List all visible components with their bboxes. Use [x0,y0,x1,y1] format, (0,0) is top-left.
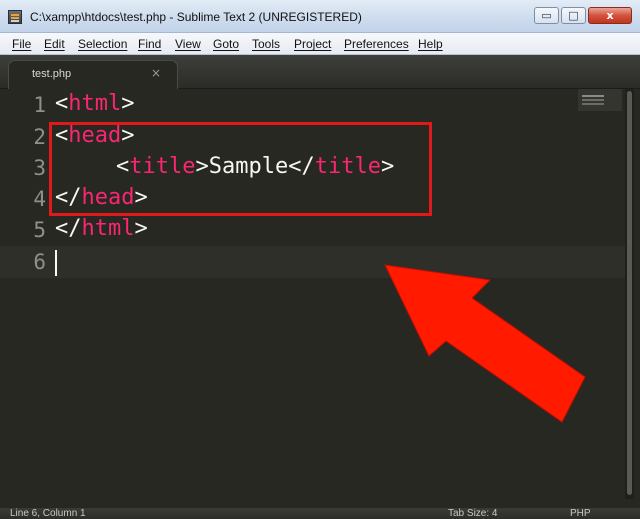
menu-file[interactable]: File [12,37,31,51]
menu-view[interactable]: View [175,37,201,51]
line-number: 4 [33,187,46,211]
line-number: 1 [33,93,46,117]
menu-bar: File Edit Selection Find View Goto Tools… [0,33,640,55]
status-syntax[interactable]: PHP [570,508,591,519]
editor-area[interactable]: test.php × 1 2 3 4 5 6 <html> <head> <ti… [0,55,640,519]
sublime-app-icon[interactable] [8,10,22,24]
close-button[interactable]: x [588,7,632,24]
menu-find[interactable]: Find [138,37,161,51]
menu-preferences[interactable]: Preferences [344,37,409,51]
status-tab-size[interactable]: Tab Size: 4 [448,508,497,519]
code-tag-name: html [81,216,135,241]
status-bar: Line 6, Column 1 Tab Size: 4 PHP [0,508,640,519]
code-punct: > [121,91,135,116]
title-bar: C:\xampp\htdocs\test.php - Sublime Text … [0,0,640,33]
scrollbar-thumb[interactable] [627,91,632,495]
window-title: C:\xampp\htdocs\test.php - Sublime Text … [30,10,362,24]
menu-tools[interactable]: Tools [252,37,280,51]
line-number: 6 [33,250,46,274]
code-punct: < [55,91,69,116]
code-tag-name: html [68,91,122,116]
minimap[interactable] [578,89,622,111]
code-punct: > [134,216,148,241]
code-line[interactable]: <html> [55,91,134,116]
code-line[interactable]: </html> [55,216,148,241]
minimize-button[interactable]: ▭ [534,7,559,24]
menu-selection[interactable]: Selection [78,37,127,51]
line-number: 3 [33,156,46,180]
line-number: 2 [33,125,46,149]
menu-help[interactable]: Help [418,37,443,51]
tab-close-icon[interactable]: × [151,66,161,80]
menu-goto[interactable]: Goto [213,37,239,51]
line-number: 5 [33,218,46,242]
text-caret [55,250,57,276]
code-punct: </ [55,216,82,241]
annotation-arrow-icon [384,264,586,423]
annotation-highlight-box [49,122,432,216]
status-cursor-position: Line 6, Column 1 [10,508,86,519]
menu-edit[interactable]: Edit [44,37,65,51]
tab-label: test.php [32,68,72,80]
maximize-button[interactable]: □ [561,7,586,24]
menu-project[interactable]: Project [294,37,331,51]
tab-strip: test.php × [0,55,640,89]
tab-test-php[interactable]: test.php × [8,60,178,89]
